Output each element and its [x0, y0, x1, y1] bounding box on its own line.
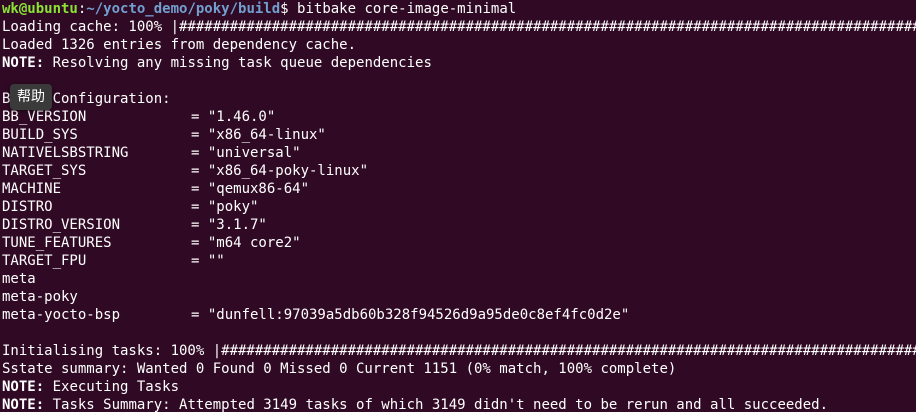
note-resolving-line: NOTE: Resolving any missing task queue d…	[2, 54, 916, 72]
init-tasks-line: Initialising tasks: 100% |##############…	[2, 343, 916, 359]
config-key: BUILD_SYS	[2, 127, 78, 143]
config-value: = "3.1.7"	[191, 217, 267, 233]
config-line: TARGET_FPU = ""	[2, 252, 916, 270]
config-key: MACHINE	[2, 181, 62, 197]
note-label: NOTE:	[2, 55, 45, 71]
config-line: DISTRO_VERSION = "3.1.7"	[2, 216, 916, 234]
config-key: NATIVELSBSTRING	[2, 145, 129, 161]
config-key: TARGET_SYS	[2, 163, 87, 179]
layer-bsp-line: meta-yocto-bsp = "dunfell:97039a5db60b328…	[2, 306, 916, 324]
prompt-path: ~/yocto_demo/poky/build	[86, 1, 281, 17]
note-text: Tasks Summary: Attempted 3149 tasks of w…	[44, 397, 829, 412]
config-key: TUNE_FEATURES	[2, 235, 112, 251]
config-value: = "poky"	[191, 199, 259, 215]
config-value: = "universal"	[191, 145, 301, 161]
config-value: = ""	[191, 253, 225, 269]
help-tooltip: 帮助	[10, 84, 52, 110]
config-value: = "x86_64-poky-linux"	[191, 163, 369, 179]
config-line: BB_VERSION = "1.46.0"	[2, 108, 916, 126]
note-text: Executing Tasks	[44, 379, 180, 395]
config-value: = "1.46.0"	[191, 109, 276, 125]
note-text: Resolving any missing task queue depende…	[44, 55, 432, 71]
sstate-summary-line: Sstate summary: Wanted 0 Found 0 Missed …	[2, 361, 677, 377]
prompt-command: bitbake core-image-minimal	[288, 1, 517, 17]
build-config-header: Build Configuration:	[2, 91, 171, 107]
config-line: TARGET_SYS = "x86_64-poky-linux"	[2, 162, 916, 180]
layer-bsp-value: = "dunfell:97039a5db60b328f94526d9a95de0…	[191, 307, 630, 323]
note-summary-line: NOTE: Tasks Summary: Attempted 3149 task…	[2, 396, 916, 412]
prompt-user-host: wk@ubuntu	[2, 1, 78, 17]
config-value: = "m64 core2"	[191, 235, 301, 251]
config-line: TUNE_FEATURES = "m64 core2"	[2, 234, 916, 252]
config-key: TARGET_FPU	[2, 253, 87, 269]
note-executing-line: NOTE: Executing Tasks	[2, 378, 916, 396]
config-line: DISTRO = "poky"	[2, 198, 916, 216]
command-prompt-line: wk@ubuntu:~/yocto_demo/poky/build$ bitba…	[2, 0, 916, 18]
config-key: DISTRO	[2, 199, 53, 215]
config-line: BUILD_SYS = "x86_64-linux"	[2, 126, 916, 144]
config-key: DISTRO_VERSION	[2, 217, 121, 233]
config-line: NATIVELSBSTRING = "universal"	[2, 144, 916, 162]
config-value: = "x86_64-linux"	[191, 127, 326, 143]
prompt-symbol: $	[280, 1, 289, 17]
config-line: MACHINE = "qemux86-64"	[2, 180, 916, 198]
layer-bsp-key: meta-yocto-bsp	[2, 307, 121, 323]
layer-meta-poky-line: meta-poky	[2, 289, 78, 305]
config-value: = "qemux86-64"	[191, 181, 310, 197]
note-label: NOTE:	[2, 397, 45, 412]
layer-meta-line: meta	[2, 271, 36, 287]
loaded-entries-line: Loaded 1326 entries from dependency cach…	[2, 37, 357, 53]
loading-cache-line: Loading cache: 100% |###################…	[2, 19, 916, 35]
terminal-window[interactable]: wk@ubuntu:~/yocto_demo/poky/build$ bitba…	[0, 0, 916, 412]
note-label: NOTE:	[2, 379, 45, 395]
config-key: BB_VERSION	[2, 109, 87, 125]
